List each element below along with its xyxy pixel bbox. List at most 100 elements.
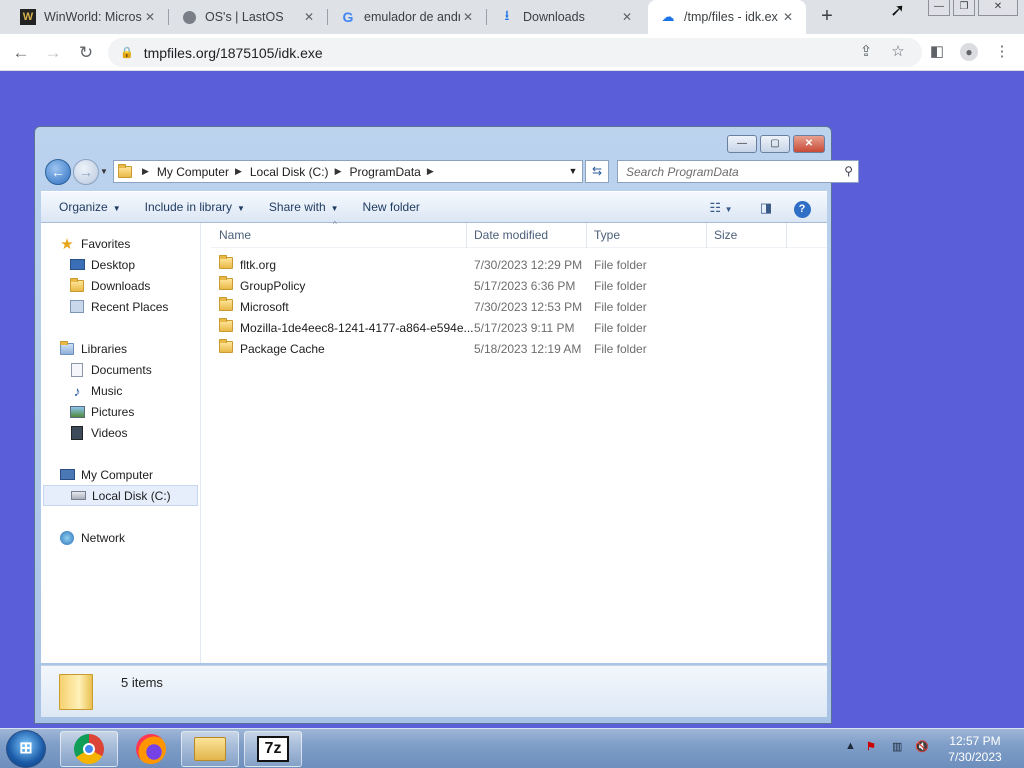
- file-row[interactable]: GroupPolicy 5/17/2023 6:36 PM File folde…: [211, 275, 827, 296]
- include-in-library-button[interactable]: Include in library ▼: [133, 200, 257, 214]
- nav-favorites[interactable]: ★ Favorites: [59, 233, 215, 254]
- tab-winworld[interactable]: W WinWorld: Micros ✕: [8, 0, 168, 34]
- breadcrumb-programdata[interactable]: ProgramData: [349, 165, 420, 179]
- back-button[interactable]: ←: [8, 40, 34, 66]
- close-tab-icon[interactable]: ✕: [619, 10, 635, 24]
- close-window-button[interactable]: ✕: [978, 0, 1018, 16]
- column-type[interactable]: Type: [586, 228, 620, 242]
- breadcrumb-my-computer[interactable]: My Computer: [157, 165, 229, 179]
- explorer-maximize-button[interactable]: ▢: [760, 135, 790, 153]
- file-name: Microsoft: [240, 300, 289, 314]
- column-date-modified[interactable]: Date modified: [466, 228, 548, 242]
- nav-downloads[interactable]: Downloads: [69, 275, 225, 296]
- action-center-flag-icon[interactable]: ⚑: [866, 740, 876, 753]
- share-icon[interactable]: ⇪: [855, 41, 877, 63]
- restore-button[interactable]: ❐: [953, 0, 975, 16]
- close-tab-icon[interactable]: ✕: [301, 10, 317, 24]
- taskbar-firefox[interactable]: [122, 731, 180, 767]
- refresh-icon[interactable]: ⇆: [585, 160, 609, 183]
- column-name[interactable]: Name: [211, 228, 251, 242]
- tab-google-search[interactable]: G emulador de andr ✕: [328, 0, 486, 34]
- tab-lastos[interactable]: OS's | LastOS ✕: [169, 0, 327, 34]
- nav-pictures[interactable]: Pictures: [69, 401, 225, 422]
- recent-pages-dropdown-icon[interactable]: ▼: [100, 167, 108, 176]
- explorer-close-button[interactable]: ✕: [793, 135, 825, 153]
- explorer-command-bar: Organize ▼ Include in library ▼ Share with…: [41, 191, 827, 223]
- breadcrumb-separator-icon[interactable]: ▶: [335, 166, 342, 177]
- nav-music[interactable]: ♪ Music: [69, 380, 225, 401]
- folder-icon: [219, 276, 233, 291]
- tab-downloads[interactable]: ⭳ Downloads ✕: [487, 0, 645, 34]
- file-type: File folder: [594, 321, 647, 335]
- nav-libraries[interactable]: Libraries: [59, 338, 215, 359]
- search-icon[interactable]: ⚲: [844, 164, 853, 178]
- share-with-button[interactable]: Share with ▼: [257, 200, 351, 214]
- nav-documents[interactable]: Documents: [69, 359, 225, 380]
- bookmark-star-icon[interactable]: ☆: [887, 41, 909, 63]
- tab-tmpfiles[interactable]: ☁ /tmp/files - idk.ex ✕: [648, 0, 806, 34]
- breadcrumb-local-disk[interactable]: Local Disk (C:): [250, 165, 329, 179]
- taskbar-explorer[interactable]: [181, 731, 239, 767]
- file-row[interactable]: Mozilla-1de4eec8-1241-4177-a864-e594e...…: [211, 317, 827, 338]
- reload-button[interactable]: ↻: [73, 40, 99, 66]
- help-icon[interactable]: ?: [791, 198, 813, 218]
- nav-network[interactable]: Network: [59, 527, 215, 548]
- column-size[interactable]: Size: [706, 228, 737, 242]
- nav-my-computer[interactable]: My Computer: [59, 464, 215, 485]
- close-tab-icon[interactable]: ✕: [780, 10, 796, 24]
- folder-icon: [219, 339, 233, 354]
- browser-toolbar: ← → ↻ 🔒 tmpfiles.org/1875105/idk.exe ⇪ ☆…: [0, 34, 1024, 71]
- show-hidden-icons-icon[interactable]: ▲: [845, 740, 856, 752]
- file-row[interactable]: fltk.org 7/30/2023 12:29 PM File folder: [211, 254, 827, 275]
- forward-button[interactable]: →: [40, 40, 66, 66]
- side-panel-icon[interactable]: ◧: [926, 41, 948, 63]
- breadcrumb-separator-icon[interactable]: ▶: [142, 166, 149, 177]
- nav-recent-places[interactable]: Recent Places: [69, 296, 225, 317]
- downloads-folder-icon: [69, 277, 85, 294]
- videos-icon: [69, 425, 85, 441]
- taskbar-chrome[interactable]: [60, 731, 118, 767]
- network-tray-icon[interactable]: ▥: [892, 740, 902, 753]
- breadcrumb-separator-icon[interactable]: ▶: [235, 166, 242, 177]
- start-button[interactable]: ⊞: [6, 730, 46, 768]
- explorer-minimize-button[interactable]: —: [727, 135, 757, 153]
- music-icon: ♪: [73, 382, 81, 399]
- nav-local-disk[interactable]: Local Disk (C:): [43, 485, 198, 506]
- explorer-forward-button[interactable]: →: [73, 159, 99, 185]
- volume-muted-icon[interactable]: 🔇: [915, 740, 929, 753]
- file-type: File folder: [594, 300, 647, 314]
- file-date: 5/18/2023 12:19 AM: [474, 342, 582, 356]
- file-date: 5/17/2023 9:11 PM: [474, 321, 575, 335]
- system-clock[interactable]: 12:57 PM 7/30/2023: [930, 733, 1020, 765]
- profile-avatar-icon[interactable]: ●: [958, 41, 980, 63]
- minimize-button[interactable]: —: [928, 0, 950, 16]
- new-folder-button[interactable]: New folder: [351, 200, 432, 214]
- file-type: File folder: [594, 342, 647, 356]
- chevron-down-icon: ▼: [112, 204, 121, 213]
- breadcrumb-separator-icon[interactable]: ▶: [427, 166, 434, 177]
- column-divider[interactable]: [786, 223, 787, 248]
- explorer-back-button[interactable]: ←: [45, 159, 71, 185]
- explorer-address-bar[interactable]: ▶ My Computer ▶ Local Disk (C:) ▶ Progra…: [113, 160, 583, 183]
- close-tab-icon[interactable]: ✕: [460, 10, 476, 24]
- nav-desktop[interactable]: Desktop: [69, 254, 225, 275]
- new-tab-button[interactable]: +: [816, 5, 838, 27]
- organize-button[interactable]: Organize ▼: [41, 200, 133, 214]
- folder-icon: [219, 318, 233, 333]
- taskbar-7zip[interactable]: 7z: [244, 731, 302, 767]
- address-bar[interactable]: 🔒 tmpfiles.org/1875105/idk.exe: [108, 38, 922, 67]
- change-view-icon[interactable]: ☷ ▼: [703, 198, 739, 218]
- explorer-search-input[interactable]: Search ProgramData ⚲: [617, 160, 859, 183]
- preview-pane-icon[interactable]: ◨: [755, 198, 777, 218]
- item-count: 5 items: [121, 675, 163, 690]
- close-tab-icon[interactable]: ✕: [142, 10, 158, 24]
- explorer-window: — ▢ ✕ ← → ▼ ▶ My Computer ▶ Local Disk (…: [34, 126, 859, 724]
- address-dropdown-icon[interactable]: ▼: [566, 163, 580, 180]
- details-pane: 5 items: [41, 665, 827, 717]
- file-name: Package Cache: [240, 342, 325, 356]
- file-row[interactable]: Microsoft 7/30/2023 12:53 PM File folder: [211, 296, 827, 317]
- menu-kebab-icon[interactable]: ⋮: [991, 41, 1013, 63]
- nav-videos[interactable]: Videos: [69, 422, 225, 443]
- folder-icon: [118, 163, 132, 178]
- file-row[interactable]: Package Cache 5/18/2023 12:19 AM File fo…: [211, 338, 827, 359]
